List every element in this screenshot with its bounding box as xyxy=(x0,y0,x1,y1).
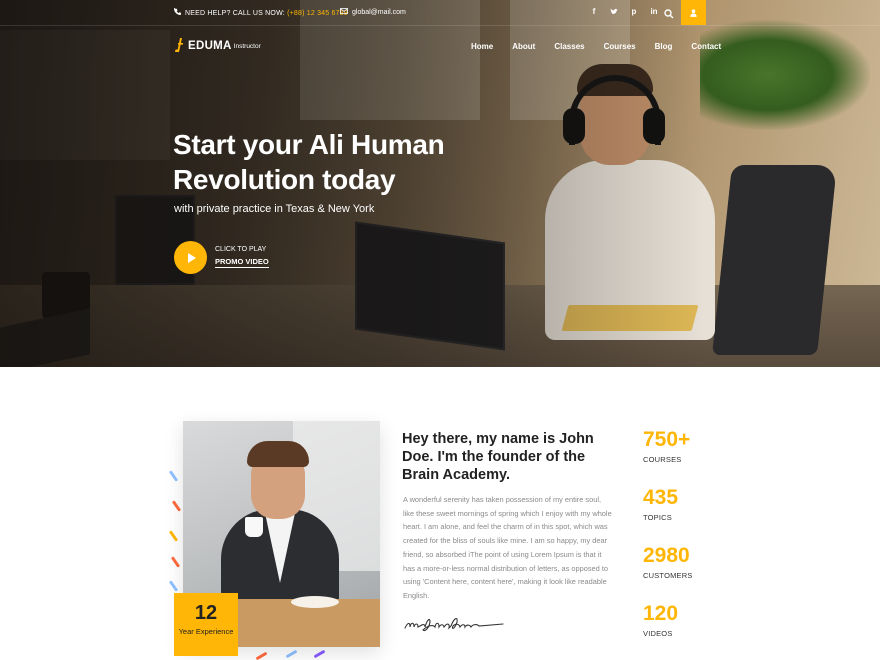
stat-courses: 750+ COURSES xyxy=(643,428,743,486)
stat-customers: 2980 CUSTOMERS xyxy=(643,544,743,602)
promo-video-link[interactable]: PROMO VIDEO xyxy=(215,257,269,268)
hero-section: NEED HELP? CALL US NOW: (+88) 12 345 678… xyxy=(0,0,880,367)
email-link[interactable]: global@mail.com xyxy=(352,9,406,16)
phone-link[interactable]: (+88) 12 345 6789 xyxy=(287,10,348,17)
stat-value: 435 xyxy=(643,486,679,509)
search-icon[interactable] xyxy=(664,6,676,19)
facebook-icon[interactable]: f xyxy=(590,6,598,18)
stat-label: TOPICS xyxy=(643,513,672,522)
nav-home[interactable]: Home xyxy=(471,42,493,51)
stat-value: 120 xyxy=(643,602,679,625)
stat-label: CUSTOMERS xyxy=(643,571,693,580)
linkedin-icon[interactable]: in xyxy=(650,6,658,18)
hero-title: Start your Ali Human Revolution today xyxy=(173,129,445,195)
twitter-icon[interactable] xyxy=(610,6,618,18)
nav-about[interactable]: About xyxy=(512,42,535,51)
nav-blog[interactable]: Blog xyxy=(655,42,673,51)
play-video-button[interactable] xyxy=(174,241,207,274)
hero-subtitle: with private practice in Texas & New Yor… xyxy=(174,203,375,215)
nav-contact[interactable]: Contact xyxy=(691,42,721,51)
experience-label: Year Experience xyxy=(178,627,234,636)
logo-brand: EDUMA xyxy=(188,40,232,52)
main-nav: Home About Classes Courses Blog Contact xyxy=(471,42,721,51)
mail-icon xyxy=(340,8,348,16)
confetti-decoration xyxy=(168,530,179,542)
site-logo[interactable]: EDUMA Instructor xyxy=(175,38,261,52)
about-text: A wonderful serenity has taken possessio… xyxy=(403,495,612,600)
confetti-decoration xyxy=(285,649,298,659)
play-icon xyxy=(187,252,196,263)
stat-value: 750+ xyxy=(643,428,691,451)
signature-image xyxy=(404,617,504,632)
confetti-decoration xyxy=(171,500,182,512)
pinterest-icon[interactable]: p xyxy=(630,6,638,18)
stat-videos: 120 VIDEOS xyxy=(643,602,743,660)
phone-icon xyxy=(174,8,181,17)
experience-badge: 12 Year Experience xyxy=(174,593,238,656)
stat-label: VIDEOS xyxy=(643,629,673,638)
about-title: Hey there, my name is John Doe. I'm the … xyxy=(402,431,594,483)
confetti-decoration xyxy=(255,651,268,660)
experience-value: 12 xyxy=(194,602,218,624)
stat-label: COURSES xyxy=(643,455,682,464)
nav-classes[interactable]: Classes xyxy=(554,42,584,51)
confetti-decoration xyxy=(168,470,179,482)
confetti-decoration xyxy=(170,556,181,568)
help-line: NEED HELP? CALL US NOW: (+88) 12 345 678… xyxy=(174,8,348,17)
top-bar: NEED HELP? CALL US NOW: (+88) 12 345 678… xyxy=(0,0,880,26)
confetti-decoration xyxy=(313,649,326,659)
confetti-decoration xyxy=(168,580,179,592)
stats-list: 750+ COURSES 435 TOPICS 2980 CUSTOMERS 1… xyxy=(643,428,743,660)
help-text: NEED HELP? CALL US NOW: xyxy=(185,10,288,17)
user-account-button[interactable] xyxy=(681,0,706,25)
stat-value: 2980 xyxy=(643,544,690,567)
user-icon xyxy=(690,4,697,22)
logo-subtitle: Instructor xyxy=(233,43,261,50)
stat-topics: 435 TOPICS xyxy=(643,486,743,544)
play-hint: CLICK TO PLAY xyxy=(215,246,267,253)
email-line: global@mail.com xyxy=(340,8,406,16)
logo-mark-icon xyxy=(175,38,183,52)
nav-courses[interactable]: Courses xyxy=(604,42,636,51)
social-links: f p in xyxy=(590,6,658,18)
